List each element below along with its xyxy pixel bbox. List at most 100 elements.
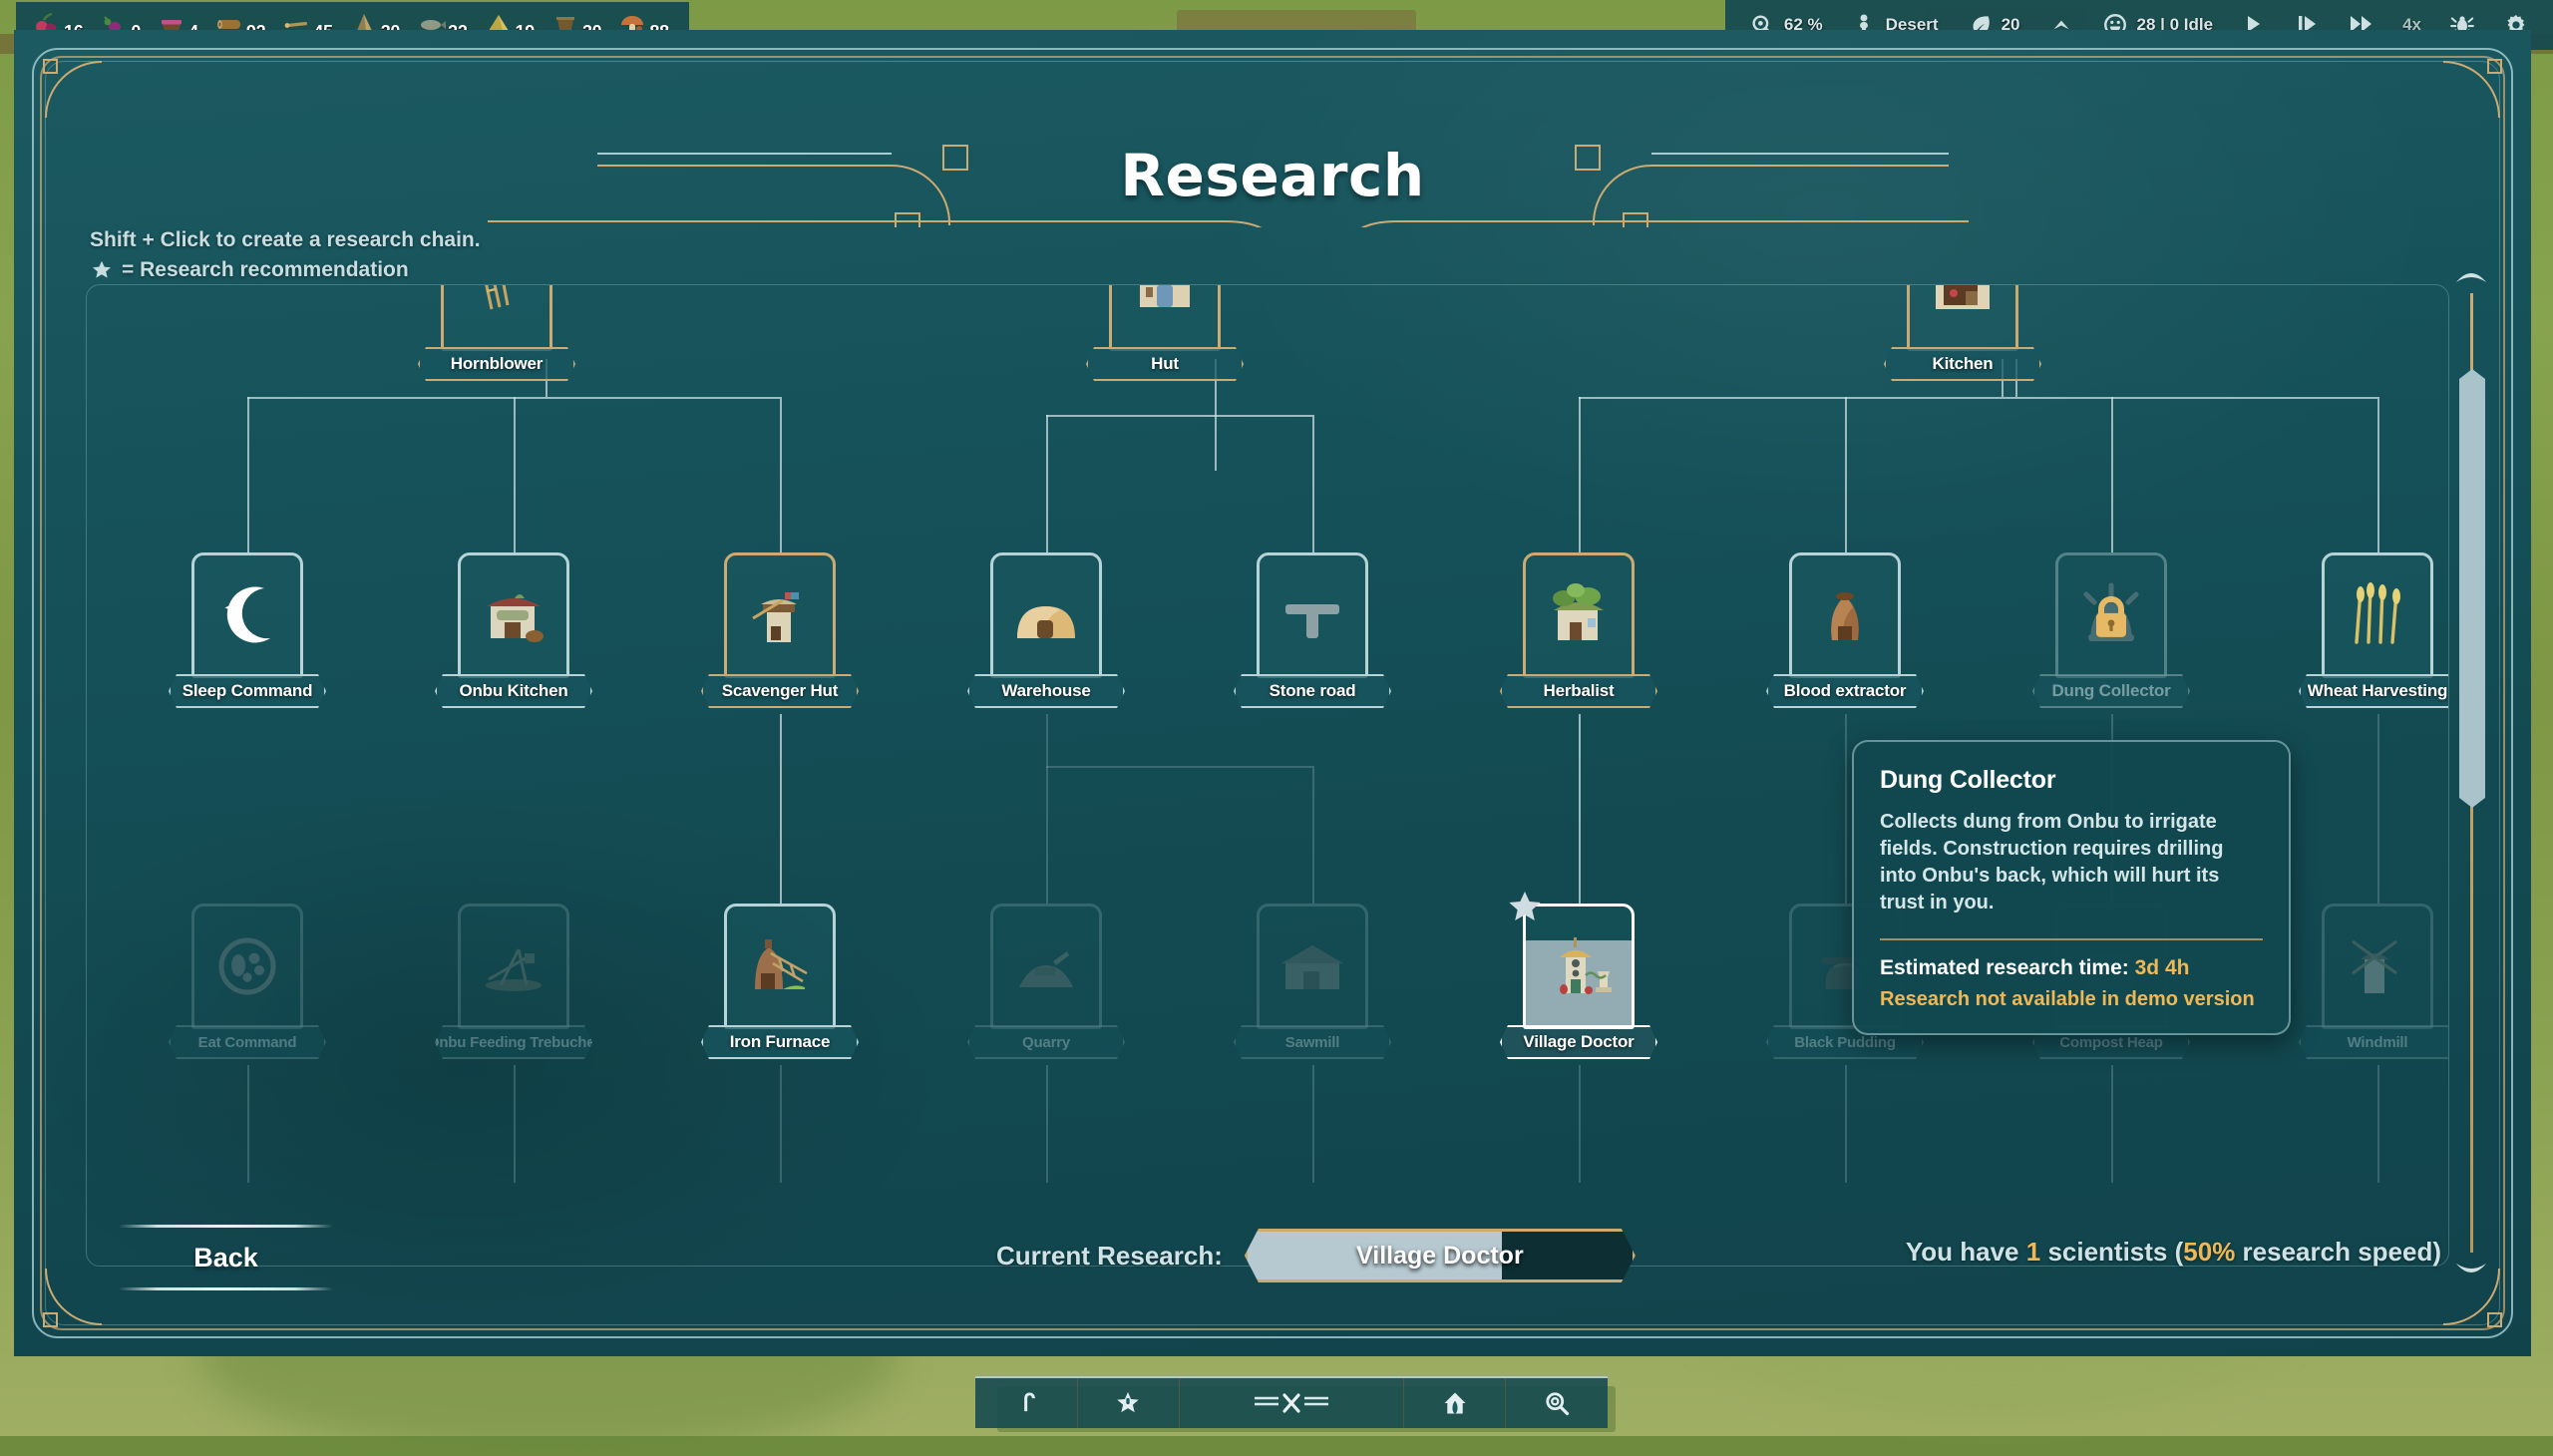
tree-edge: [1046, 415, 1312, 417]
taskbar-button-favorites[interactable]: [1078, 1378, 1181, 1428]
stone-road-art: [1274, 576, 1351, 654]
research-node-sawmill[interactable]: Sawmill: [1257, 904, 1368, 1059]
taskbar-button-housing[interactable]: [1404, 1378, 1507, 1428]
research-node-banner: Hut: [1086, 347, 1244, 381]
scientists-info: You have 1 scientists (50% research spee…: [1906, 1237, 2441, 1268]
tree-scrollbar[interactable]: [2449, 259, 2493, 1286]
research-node-label: Wheat Harvesting: [2308, 681, 2447, 701]
research-node-label: Black Pudding: [1794, 1034, 1896, 1051]
hut-art: [1126, 284, 1204, 327]
research-node-icon-box: [2322, 904, 2433, 1029]
research-node-icon-box: [1523, 552, 1635, 678]
research-node-hornblower[interactable]: Hornblower: [441, 284, 552, 381]
tools-crossed-icon: [1249, 1389, 1334, 1417]
wheat-art: [2339, 576, 2416, 654]
current-research-section: Current Research: Village Doctor: [996, 1229, 1636, 1282]
windmill-art: [2339, 927, 2416, 1005]
research-node-kitchen[interactable]: Kitchen: [1907, 284, 2018, 381]
research-node-villagedoc[interactable]: Village Doctor: [1523, 904, 1635, 1059]
research-node-label: Sleep Command: [182, 681, 313, 701]
research-node-ironfurnace[interactable]: Iron Furnace: [724, 904, 836, 1059]
research-node-stoneroad[interactable]: Stone road: [1257, 552, 1368, 708]
tree-edge: [247, 1065, 249, 1183]
taskbar-button-build[interactable]: [1180, 1378, 1404, 1428]
scientists-prefix: You have: [1906, 1237, 2026, 1267]
research-node-banner-plate: Blood extractor: [1766, 674, 1924, 708]
research-node-banner-plate: Quarry: [967, 1025, 1125, 1059]
research-node-icon-box: [724, 904, 836, 1029]
research-node-herbalist[interactable]: Herbalist: [1523, 552, 1635, 708]
research-node-warehouse[interactable]: Warehouse: [990, 552, 1102, 708]
sawmill-art: [1274, 927, 1351, 1005]
research-node-scavenger[interactable]: Scavenger Hut: [724, 552, 836, 708]
tree-edge: [2111, 1065, 2113, 1183]
back-divider-top: [119, 1225, 333, 1228]
tree-edge: [1046, 1065, 1048, 1183]
hint-line-2: = Research recommendation: [122, 255, 409, 285]
research-node-banner: Herbalist: [1500, 674, 1657, 708]
tree-edge: [780, 714, 782, 904]
research-node-banner-plate: Dung Collector: [2032, 674, 2190, 708]
research-node-banner: Stone road: [1234, 674, 1391, 708]
research-node-banner-plate: Village Doctor: [1500, 1025, 1657, 1059]
tree-edge: [1845, 397, 1847, 552]
research-node-banner: Hornblower: [418, 347, 575, 381]
current-research-value: Village Doctor: [1356, 1242, 1524, 1271]
research-magnifier-icon: [1543, 1389, 1571, 1417]
research-node-label: Eat Command: [198, 1034, 297, 1051]
research-node-banner-plate: Hut: [1086, 347, 1244, 381]
trebuchet-art: [475, 927, 552, 1005]
page-title: Research: [14, 142, 2531, 209]
tree-edge: [1046, 714, 1048, 766]
taskbar-button-shepherd[interactable]: [975, 1378, 1078, 1428]
research-node-banner: Onbu Feeding Trebuchet: [435, 1025, 592, 1059]
research-node-banner-plate: Scavenger Hut: [701, 674, 859, 708]
scientists-count: 1: [2026, 1237, 2040, 1267]
research-node-quarry[interactable]: Quarry: [990, 904, 1102, 1059]
research-node-windmill[interactable]: Windmill: [2322, 904, 2433, 1059]
tree-edge: [514, 397, 516, 552]
scavenger-art: [741, 576, 819, 654]
onbu-kitchen-art: [475, 576, 552, 654]
research-node-icon-box: [458, 904, 569, 1029]
research-node-label: Warehouse: [1001, 681, 1090, 701]
research-node-onbukitchen[interactable]: Onbu Kitchen: [458, 552, 569, 708]
research-node-icon-box: [1257, 552, 1368, 678]
current-research-progress-bar[interactable]: Village Doctor: [1245, 1229, 1636, 1282]
research-node-icon-box: [990, 904, 1102, 1029]
research-node-icon-box: [1109, 284, 1221, 351]
research-node-trebuchet[interactable]: Onbu Feeding Trebuchet: [458, 904, 569, 1059]
research-node-dungcoll[interactable]: Dung Collector: [2055, 552, 2167, 708]
research-node-eat[interactable]: Eat Command: [191, 904, 303, 1059]
research-node-banner: Eat Command: [169, 1025, 326, 1059]
tree-edge: [780, 1065, 782, 1183]
tree-edge: [1312, 415, 1314, 552]
back-button[interactable]: Back: [119, 1221, 333, 1294]
research-node-banner: Sawmill: [1234, 1025, 1391, 1059]
research-node-banner: Blood extractor: [1766, 674, 1924, 708]
research-node-label: Hut: [1151, 354, 1179, 374]
research-node-label: Sawmill: [1285, 1034, 1339, 1051]
research-node-label: Stone road: [1270, 681, 1356, 701]
research-node-bloodextract[interactable]: Blood extractor: [1789, 552, 1901, 708]
research-node-banner-plate: Wheat Harvesting: [2299, 674, 2449, 708]
herbalist-art: [1540, 576, 1618, 654]
research-node-sleep[interactable]: Sleep Command: [191, 552, 303, 708]
tooltip-time-value: 3d 4h: [2135, 956, 2190, 979]
research-node-hut[interactable]: Hut: [1109, 284, 1221, 381]
taskbar-button-research[interactable]: [1506, 1378, 1608, 1428]
research-node-label: Onbu Kitchen: [459, 681, 567, 701]
scrollbar-thumb[interactable]: [2459, 369, 2485, 808]
research-node-wheat[interactable]: Wheat Harvesting: [2322, 552, 2433, 708]
tooltip-description: Collects dung from Onbu to irrigate fiel…: [1880, 809, 2263, 916]
tree-edge: [1845, 714, 1847, 904]
scientists-speed: 50%: [2183, 1237, 2235, 1267]
research-node-banner-plate: Stone road: [1234, 674, 1391, 708]
research-node-banner-plate: Warehouse: [967, 674, 1125, 708]
back-divider-bottom: [119, 1287, 333, 1290]
moon-art: [208, 576, 286, 654]
research-tooltip: Dung Collector Collects dung from Onbu t…: [1852, 740, 2291, 1035]
research-node-banner-plate: Eat Command: [169, 1025, 326, 1059]
scroll-up-button[interactable]: [2449, 259, 2493, 289]
tree-edge: [1579, 1065, 1581, 1183]
